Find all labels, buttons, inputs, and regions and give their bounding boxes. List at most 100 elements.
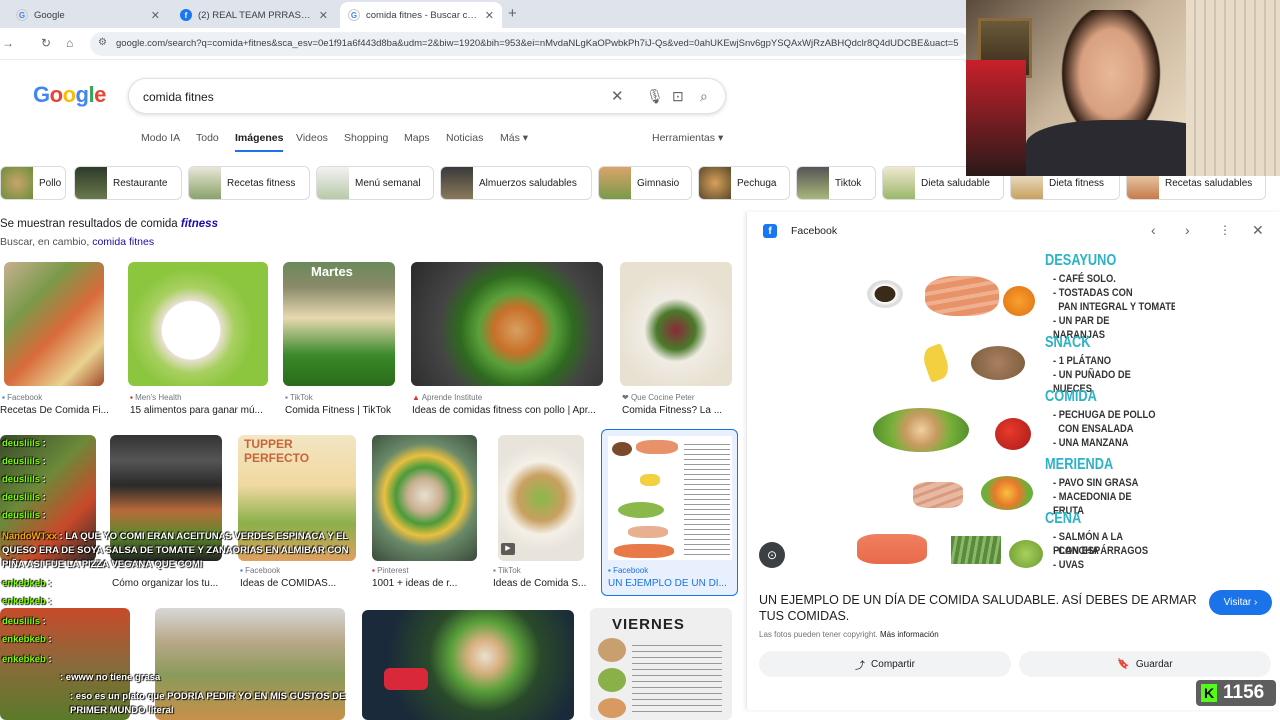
chat-user: deusliils [2, 616, 41, 627]
save-button[interactable]: 🔖 Guardar [1019, 651, 1271, 677]
result-image[interactable]: ▶ [498, 435, 584, 561]
visit-button[interactable]: Visitar › [1209, 590, 1272, 615]
result-image[interactable] [620, 262, 732, 386]
home-icon[interactable]: ⌂ [66, 36, 73, 50]
preview-title[interactable]: UN EJEMPLO DE UN DÍA DE COMIDA SALUDABLE… [759, 592, 1199, 624]
showing-results-text: Se muestran resultados de comida fitness [0, 218, 218, 230]
close-tab-icon[interactable]: ✕ [485, 9, 494, 22]
chat-user: deusliils [2, 474, 41, 485]
original-term-link[interactable]: comida fitnes [92, 236, 154, 248]
browser-tab[interactable]: f (2) REAL TEAM PRRAS! | Facebook ✕ [172, 2, 336, 28]
grapes-shape [1009, 540, 1043, 568]
image-title[interactable]: Comida Fitness? La ... [622, 405, 732, 416]
toast-shape [925, 276, 999, 316]
chat-user: deusliils [2, 492, 41, 503]
chat-user: enkebkeb [2, 578, 46, 589]
chat-user: deusliils [2, 456, 41, 467]
search-box[interactable]: comida fitnes ✕ 🎙 ⊡ ⌕ [128, 78, 726, 114]
chat-message: enkebkeb : [2, 654, 52, 665]
next-icon[interactable]: › [1185, 222, 1190, 238]
chip-thumbnail [797, 167, 829, 199]
chip-menu-semanal[interactable]: Menú semanal [316, 166, 434, 200]
browser-tab[interactable]: G Google ✕ [8, 2, 168, 28]
previous-icon[interactable]: ‹ [1151, 222, 1156, 238]
kick-icon: K [1201, 684, 1217, 702]
search-input[interactable]: comida fitnes [143, 90, 214, 104]
result-image[interactable] [372, 435, 477, 561]
close-icon[interactable]: ✕ [1252, 222, 1264, 239]
lens-icon[interactable]: ⊡ [672, 88, 684, 105]
lens-search-icon[interactable]: ⊙ [759, 542, 785, 568]
tab-mas[interactable]: Más ▾ [500, 132, 528, 144]
image-title[interactable]: Comida Fitness | TikTok [285, 405, 397, 416]
tab-noticias[interactable]: Noticias [446, 132, 483, 144]
apple-shape [995, 418, 1031, 450]
result-image[interactable] [4, 262, 104, 386]
image-source: ❤ Que Cocine Peter [622, 393, 695, 402]
diet-heading: COMIDA [1045, 388, 1097, 405]
new-tab-icon[interactable]: + [508, 5, 517, 22]
diet-line: - CAFÉ SOLO. [1053, 273, 1116, 285]
image-title[interactable]: Ideas de comidas fitness con pollo | Apr… [412, 405, 602, 416]
result-image[interactable]: VIERNES [590, 608, 732, 720]
chip-gimnasio[interactable]: Gimnasio [598, 166, 692, 200]
corrected-term-link[interactable]: fitness [181, 218, 218, 230]
more-options-icon[interactable]: ⋮ [1219, 223, 1231, 237]
diet-line: CON ESPÁRRAGOS [1053, 545, 1149, 557]
tab-modo-ia[interactable]: Modo IA [141, 132, 180, 144]
tab-todo[interactable]: Todo [196, 132, 219, 144]
chip-tiktok[interactable]: Tiktok [796, 166, 876, 200]
close-tab-icon[interactable]: ✕ [151, 9, 160, 22]
forward-icon[interactable]: → [2, 36, 14, 50]
close-tab-icon[interactable]: ✕ [319, 9, 328, 22]
image-title[interactable]: 15 alimentos para ganar mú... [130, 405, 270, 416]
tools-button[interactable]: Herramientas ▾ [652, 132, 723, 144]
thumb-caption: Martes [311, 264, 353, 279]
diet-line: - UNA MANZANA [1053, 437, 1129, 449]
tab-title: comida fitnes - Buscar con Google [366, 9, 479, 21]
google-logo[interactable]: Google [33, 82, 106, 108]
result-image[interactable] [362, 610, 574, 720]
chip-pollo[interactable]: Pollo [0, 166, 66, 200]
image-title[interactable]: Recetas De Comida Fi... [0, 405, 108, 416]
tab-imagenes[interactable]: Imágenes [235, 132, 284, 152]
tab-maps[interactable]: Maps [404, 132, 430, 144]
chip-recetas-fitness[interactable]: Recetas fitness [188, 166, 310, 200]
reload-icon[interactable]: ↻ [41, 36, 51, 50]
preview-image[interactable]: DESAYUNO - CAFÉ SOLO. - TOSTADAS CON PAN… [853, 250, 1175, 576]
diet-line: - TOSTADAS CON [1053, 287, 1133, 299]
mic-icon[interactable]: 🎙 [646, 88, 664, 105]
result-image[interactable] [128, 262, 268, 386]
browser-tab-active[interactable]: G comida fitnes - Buscar con Google ✕ [340, 2, 502, 28]
clear-icon[interactable]: ✕ [611, 87, 624, 105]
chip-pechuga[interactable]: Pechuga [698, 166, 790, 200]
chat-message: deusliils : [2, 616, 46, 627]
image-title[interactable]: Ideas de Comida S... [493, 578, 589, 589]
chat-message: deusliils : [2, 456, 46, 467]
image-title[interactable]: 1001 + ideas de r... [372, 578, 477, 589]
url-field[interactable]: ⚙ google.com/search?q=comida+fitnes&sca_… [90, 32, 970, 56]
chat-message: deusliils : [2, 510, 46, 521]
diet-line: CON ENSALADA [1053, 423, 1134, 435]
chat-message: deusliils : [2, 474, 46, 485]
chat-user: enkebkeb [2, 634, 46, 645]
search-icon[interactable]: ⌕ [700, 88, 708, 105]
dumbbell-shape [384, 668, 428, 690]
preview-source[interactable]: Facebook [791, 225, 837, 237]
result-image[interactable]: Martes [283, 262, 395, 386]
more-info-link[interactable]: Más información [880, 630, 939, 639]
chip-almuerzos[interactable]: Almuerzos saludables [440, 166, 592, 200]
result-image[interactable] [411, 262, 603, 386]
site-info-icon[interactable]: ⚙ [98, 37, 107, 48]
tab-shopping[interactable]: Shopping [344, 132, 388, 144]
share-button[interactable]: ⤴ Compartir [759, 651, 1011, 677]
image-title[interactable]: UN EJEMPLO DE UN DÍ... [608, 578, 736, 589]
url-text: google.com/search?q=comida+fitnes&sca_es… [116, 38, 959, 49]
image-source: ▪ Facebook [2, 393, 43, 402]
diet-line: PAN INTEGRAL Y TOMATE [1053, 301, 1175, 313]
chip-restaurante[interactable]: Restaurante [74, 166, 182, 200]
result-image-selected[interactable]: ▪ Facebook UN EJEMPLO DE UN DÍ... [601, 429, 738, 596]
facebook-icon: ▪ [608, 566, 611, 575]
tab-videos[interactable]: Videos [296, 132, 328, 144]
facebook-icon: ▪ [2, 393, 5, 402]
